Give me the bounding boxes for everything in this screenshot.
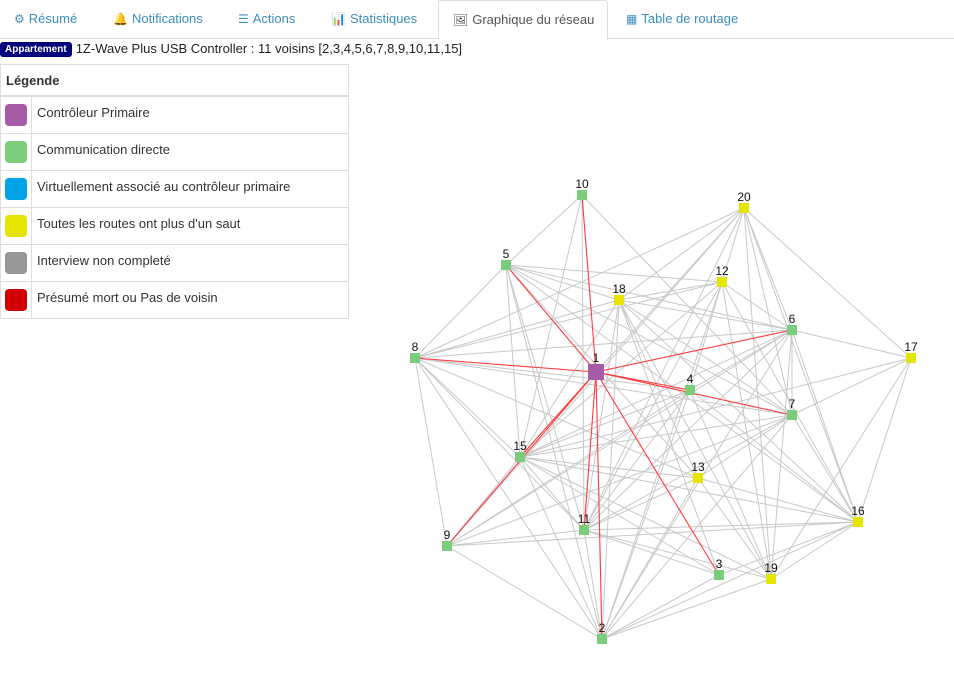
node-label: 4 — [687, 372, 694, 386]
node-1[interactable] — [588, 364, 604, 380]
network-graph: 12345678910111213151617181920 — [410, 177, 918, 644]
node-label: 2 — [599, 621, 606, 635]
network-link — [519, 357, 912, 458]
network-link — [743, 207, 912, 359]
network-link — [583, 414, 793, 531]
node-label: 9 — [444, 528, 451, 542]
node-11[interactable] — [579, 525, 589, 535]
node-label: 12 — [715, 264, 729, 278]
network-link — [505, 194, 583, 266]
node-10[interactable] — [577, 190, 587, 200]
network-link — [601, 299, 620, 640]
node-8[interactable] — [410, 353, 420, 363]
network-link — [581, 194, 585, 531]
network-link — [583, 529, 772, 580]
network-link — [414, 357, 521, 458]
node-label: 17 — [904, 340, 918, 354]
network-link — [414, 357, 603, 640]
network-link — [446, 414, 793, 547]
node-label: 7 — [789, 397, 796, 411]
network-link — [857, 357, 912, 523]
node-18[interactable] — [614, 295, 624, 305]
network-link — [743, 207, 859, 523]
node-16[interactable] — [853, 517, 863, 527]
node-label: 16 — [851, 504, 865, 518]
network-link — [519, 456, 859, 523]
node-label: 19 — [764, 561, 778, 575]
network-link — [743, 207, 772, 580]
network-link — [601, 329, 793, 640]
network-link — [414, 264, 507, 359]
node-label: 6 — [789, 312, 796, 326]
node-label: 10 — [575, 177, 589, 191]
network-link — [519, 456, 603, 640]
network-link — [583, 281, 723, 531]
network-link — [583, 521, 859, 531]
node-20[interactable] — [739, 203, 749, 213]
node-4[interactable] — [685, 385, 695, 395]
node-label: 3 — [716, 557, 723, 571]
node-5[interactable] — [501, 260, 511, 270]
network-link — [446, 545, 603, 640]
node-label: 8 — [412, 340, 419, 354]
node-12[interactable] — [717, 277, 727, 287]
network-link — [414, 357, 691, 391]
node-3[interactable] — [714, 570, 724, 580]
node-13[interactable] — [693, 473, 703, 483]
node-2[interactable] — [597, 634, 607, 644]
network-link — [791, 329, 912, 359]
network-link — [519, 456, 772, 580]
node-9[interactable] — [442, 541, 452, 551]
node-label: 1 — [593, 351, 600, 365]
node-7[interactable] — [787, 410, 797, 420]
network-link — [770, 329, 793, 580]
node-label: 20 — [737, 190, 751, 204]
node-label: 5 — [503, 247, 510, 261]
network-link — [601, 574, 720, 640]
node-label: 13 — [691, 460, 705, 474]
node-label: 18 — [612, 282, 626, 296]
network-link — [519, 456, 699, 479]
node-label: 11 — [578, 512, 591, 526]
network-link — [505, 264, 793, 416]
node-6[interactable] — [787, 325, 797, 335]
node-15[interactable] — [515, 452, 525, 462]
controller-link — [519, 371, 597, 458]
network-link — [414, 207, 745, 359]
network-link — [721, 281, 793, 331]
network-link — [446, 521, 859, 547]
network-link — [601, 521, 859, 640]
node-label: 15 — [513, 439, 527, 453]
node-19[interactable] — [766, 574, 776, 584]
node-17[interactable] — [906, 353, 916, 363]
